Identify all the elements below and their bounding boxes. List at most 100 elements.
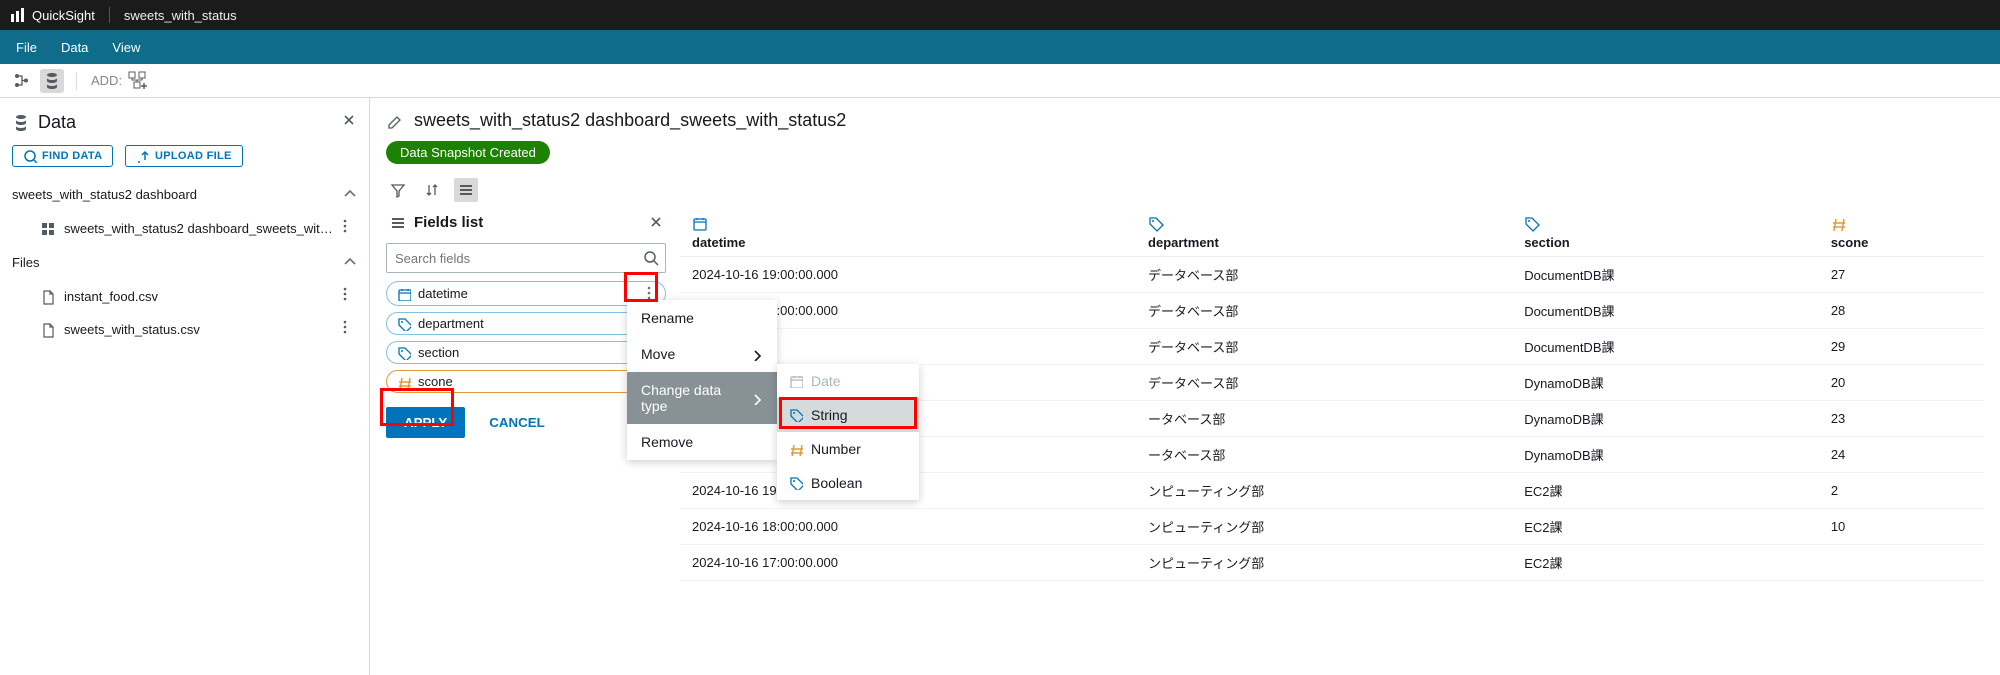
product-logo[interactable]: QuickSight (10, 7, 95, 23)
col-datetime[interactable]: datetime (680, 208, 1136, 257)
col-department[interactable]: department (1136, 208, 1512, 257)
search-fields-input[interactable] (387, 245, 637, 272)
schema-view-button[interactable] (10, 69, 34, 93)
edit-icon[interactable] (386, 112, 404, 130)
field-chip-label: department (418, 316, 484, 331)
table-cell: EC2課 (1512, 545, 1819, 581)
field-chip-department[interactable]: department (386, 312, 666, 335)
table-cell: 10 (1819, 509, 1984, 545)
dashboard-section-label: sweets_with_status2 dashboard (12, 187, 197, 202)
upload-file-button[interactable]: UPLOAD FILE (125, 145, 243, 167)
dashboard-section[interactable]: sweets_with_status2 dashboard (12, 177, 357, 212)
product-name: QuickSight (32, 8, 95, 23)
list-icon (390, 215, 406, 231)
files-section[interactable]: Files (12, 245, 357, 280)
file-item[interactable]: instant_food.csv (12, 280, 357, 313)
type-date-label: Date (811, 373, 841, 389)
type-date[interactable]: Date (777, 364, 919, 398)
close-fields-button[interactable] (648, 214, 662, 231)
filter-button[interactable] (386, 178, 410, 202)
find-data-button[interactable]: FIND DATA (12, 145, 113, 167)
table-cell (1819, 545, 1984, 581)
database-icon (12, 114, 30, 132)
ctx-change-type-label: Change data type (641, 382, 749, 414)
table-cell: データベース部 (1136, 329, 1512, 365)
table-cell: ンピューティング部 (1136, 473, 1512, 509)
col-label: scone (1831, 235, 1972, 250)
field-chip-label: section (418, 345, 459, 360)
field-chip-datetime[interactable]: datetime (386, 281, 666, 306)
type-number[interactable]: Number (777, 432, 919, 466)
toolbar: ADD: (0, 64, 2000, 98)
main-pane: sweets_with_status2 dashboard_sweets_wit… (370, 98, 2000, 675)
type-boolean-label: Boolean (811, 475, 862, 491)
file-icon (40, 289, 56, 305)
type-string[interactable]: String (777, 398, 919, 432)
search-fields-input-wrap (386, 243, 666, 273)
ctx-move-label: Move (641, 346, 675, 362)
field-chip-section[interactable]: section (386, 341, 666, 364)
database-view-button[interactable] (40, 69, 64, 93)
calendar-icon (397, 287, 411, 301)
table-row[interactable]: 00.000データベース部DocumentDB課29 (680, 329, 1984, 365)
table-cell: ータベース部 (1136, 401, 1512, 437)
calendar-icon (692, 216, 708, 232)
col-label: section (1524, 235, 1807, 250)
dataset-item[interactable]: sweets_with_status2 dashboard_sweets_wit… (12, 212, 357, 245)
ctx-remove-label: Remove (641, 434, 693, 450)
hash-icon (789, 442, 803, 456)
field-chip-scone[interactable]: scone (386, 370, 666, 393)
table-cell: 28 (1819, 293, 1984, 329)
ctx-rename[interactable]: Rename (627, 300, 777, 336)
table-cell: 27 (1819, 257, 1984, 293)
table-row[interactable]: 2024-10-16 19:00:00.000データベース部DocumentDB… (680, 257, 1984, 293)
table-cell: DocumentDB課 (1512, 293, 1819, 329)
type-submenu: Date String Number Boolean (777, 364, 919, 500)
search-icon[interactable] (637, 244, 665, 272)
cancel-button[interactable]: CANCEL (489, 415, 545, 430)
col-scone[interactable]: scone (1819, 208, 1984, 257)
file-icon (40, 322, 56, 338)
table-cell: 2024-10-16 18:00:00.000 (680, 509, 1136, 545)
menu-data[interactable]: Data (61, 40, 88, 55)
table-row[interactable]: 2024-10-16 18:00:00.000ンピューティング部EC2課10 (680, 509, 1984, 545)
table-cell: 2024-10-16 17:00:00.000 (680, 545, 1136, 581)
fields-panel: Fields list datetime department (386, 208, 666, 581)
tag-icon (789, 408, 803, 422)
tag-icon (397, 346, 411, 360)
file-item[interactable]: sweets_with_status.csv (12, 313, 357, 346)
dataset-more-button[interactable] (337, 218, 353, 239)
menu-view[interactable]: View (112, 40, 140, 55)
fields-title: Fields list (414, 214, 483, 231)
sort-button[interactable] (420, 178, 444, 202)
table-cell: DynamoDB課 (1512, 437, 1819, 473)
table-row[interactable]: 2024-10-16 18:00:00.000データベース部DocumentDB… (680, 293, 1984, 329)
table-cell: データベース部 (1136, 365, 1512, 401)
file-more-button[interactable] (337, 286, 353, 307)
ctx-remove[interactable]: Remove (627, 424, 777, 460)
field-chip-label: datetime (418, 286, 468, 301)
menu-file[interactable]: File (16, 40, 37, 55)
table-cell: DocumentDB課 (1512, 257, 1819, 293)
field-context-menu: Rename Move Change data type Remove (627, 300, 777, 460)
ctx-move[interactable]: Move (627, 336, 777, 372)
close-data-pane-button[interactable] (341, 112, 357, 133)
table-cell: データベース部 (1136, 293, 1512, 329)
tag-icon (1524, 216, 1540, 232)
add-label: ADD: (91, 73, 122, 88)
file-item-label: sweets_with_status.csv (64, 322, 200, 337)
tag-icon (789, 476, 803, 490)
add-node-button[interactable] (126, 69, 150, 93)
table-row[interactable]: 2024-10-16 17:00:00.000ンピューティング部EC2課 (680, 545, 1984, 581)
app-topbar: QuickSight sweets_with_status (0, 0, 2000, 30)
data-pane-title: Data (38, 112, 76, 133)
apply-button[interactable]: APPLY (386, 407, 465, 438)
type-boolean[interactable]: Boolean (777, 466, 919, 500)
col-section[interactable]: section (1512, 208, 1819, 257)
ctx-change-type[interactable]: Change data type (627, 372, 777, 424)
file-more-button[interactable] (337, 319, 353, 340)
col-label: datetime (692, 235, 1124, 250)
grid-icon (40, 221, 56, 237)
tag-icon (397, 317, 411, 331)
list-view-button[interactable] (454, 178, 478, 202)
